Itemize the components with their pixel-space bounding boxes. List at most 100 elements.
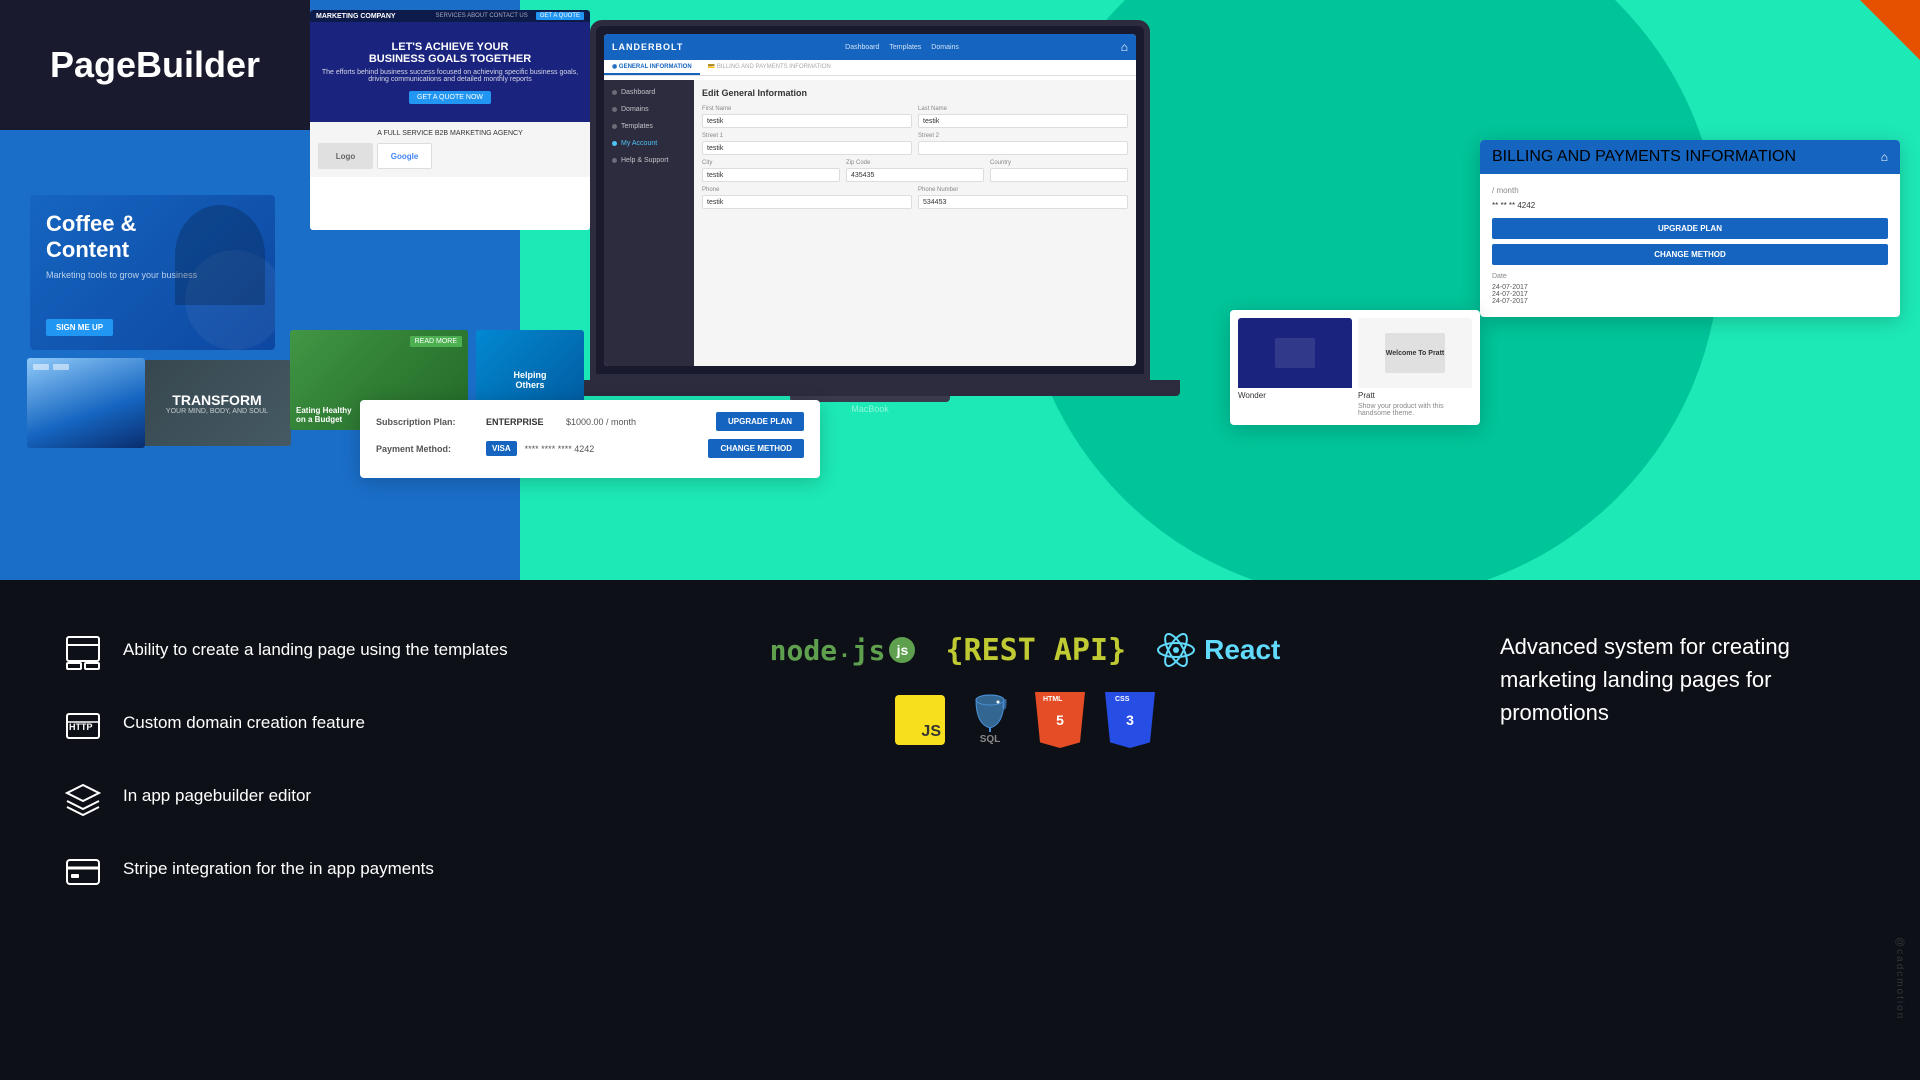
bottom-section: Ability to create a landing page using t…: [0, 580, 1920, 1080]
watermark: @cadcmotion: [1894, 937, 1905, 1020]
html5-text: 5: [1056, 712, 1064, 728]
input-firstname[interactable]: testik: [702, 114, 912, 128]
sub-plan-name: ENTERPRISE: [486, 417, 566, 427]
pg-label: SQL: [980, 734, 1001, 745]
sidebar-domains-label: Domains: [621, 106, 649, 113]
home-icon: ⌂: [1121, 40, 1128, 54]
templates-grid: Wonder Welcome To Pratt Pratt Show your …: [1238, 318, 1472, 417]
template-pratt: Welcome To Pratt Pratt Show your product…: [1358, 318, 1472, 417]
node-text: node: [770, 634, 837, 667]
marketing-header-sub: The efforts behind business success focu…: [310, 69, 590, 83]
input-lastname[interactable]: testik: [918, 114, 1128, 128]
billing-upgrade-btn[interactable]: UPGRADE PLAN: [1492, 218, 1888, 239]
marketing-header-title: LET'S ACHIEVE YOURBUSINESS GOALS TOGETHE…: [369, 41, 531, 65]
feature-item-1: Ability to create a landing page using t…: [60, 630, 590, 675]
sidebar-dashboard[interactable]: Dashboard: [604, 84, 694, 101]
feature-text-1: Ability to create a landing page using t…: [123, 630, 508, 662]
svg-text:HTTP: HTTP: [69, 722, 93, 732]
javascript-icon: JS: [895, 695, 945, 745]
sidebar-help[interactable]: Help & Support: [604, 152, 694, 169]
upgrade-plan-btn[interactable]: UPGRADE PLAN: [716, 412, 804, 431]
date-1: 24-07-2017: [1492, 284, 1888, 291]
sidebar-templates-label: Templates: [621, 123, 653, 130]
tab-billing[interactable]: 💳 BILLING AND PAYMENTS INFORMATION: [700, 60, 839, 75]
html5-icon: 5 HTML: [1035, 692, 1085, 748]
sidebar-dot-2: [612, 107, 617, 112]
form-title: Edit General Information: [702, 88, 1128, 98]
person-silhouette: [175, 205, 265, 305]
nodejs-circle: js: [889, 637, 915, 663]
input-country[interactable]: [990, 168, 1128, 182]
field-phonenumber: Phone Number 534453: [918, 187, 1128, 209]
laptop-tabs: ◉ GENERAL INFORMATION 💳 BILLING AND PAYM…: [604, 60, 1136, 76]
nav-item-3: Domains: [931, 44, 959, 51]
field-street2: Street 2: [918, 133, 1128, 155]
feature-item-3: In app pagebuilder editor: [60, 776, 590, 821]
sub-plan-price: $1000.00 / month: [566, 417, 716, 427]
tech-row-1: node . js js {REST API}: [770, 630, 1281, 670]
laptop-sidebar: Dashboard Domains Templates: [604, 80, 694, 366]
layers-icon: [60, 776, 105, 821]
blue-thumb-text: HelpingOthers: [508, 364, 553, 396]
field-country: Country: [990, 160, 1128, 182]
field-zipcode: Zip Code 435435: [846, 160, 984, 182]
input-street1[interactable]: testik: [702, 141, 912, 155]
app-title: PageBuilder: [50, 44, 260, 86]
postgresql-icon: SQL: [965, 690, 1015, 750]
input-phone[interactable]: testik: [702, 195, 912, 209]
billing-header: BILLING AND PAYMENTS INFORMATION ⌂: [1480, 140, 1900, 174]
http-icon: HTTP: [60, 703, 105, 748]
get-quote-main-btn[interactable]: GET A QUOTE NOW: [409, 91, 491, 104]
marketing-brand: MARKETING COMPANY: [316, 13, 396, 20]
input-street2[interactable]: [918, 141, 1128, 155]
coffee-card: Coffee &Content Marketing tools to grow …: [30, 195, 275, 350]
field-phone: Phone testik: [702, 187, 912, 209]
input-city[interactable]: testik: [702, 168, 840, 182]
tab-general[interactable]: ◉ GENERAL INFORMATION: [604, 60, 700, 75]
html-text: HTML: [1043, 696, 1062, 703]
node-dot: .: [841, 636, 848, 664]
nav-item-1: Dashboard: [845, 44, 879, 51]
billing-btns: UPGRADE PLAN CHANGE METHOD: [1492, 218, 1888, 265]
sidebar-help-label: Help & Support: [621, 157, 668, 164]
node-js: js: [852, 634, 886, 667]
ski-dots: [33, 364, 139, 378]
sub-payment-row: Payment Method: VISA **** **** **** 4242…: [376, 439, 804, 458]
logo-box: PageBuilder: [0, 0, 310, 130]
coffee-signup-btn[interactable]: SIGN ME UP: [46, 319, 113, 336]
marketing-nav-items: SERVICES ABOUT CONTACT US: [436, 13, 528, 19]
top-section: PageBuilder Coffee &Content Marketing to…: [0, 0, 1920, 580]
sidebar-templates[interactable]: Templates: [604, 118, 694, 135]
billing-card-dots: ** ** ** 4242: [1492, 201, 1535, 210]
sidebar-account[interactable]: My Account: [604, 135, 694, 152]
logo-placeholder-1: Logo: [318, 143, 373, 169]
label-lastname: Last Name: [918, 106, 1128, 112]
bottom-right: Advanced system for creating marketing l…: [1460, 630, 1860, 729]
billing-body: / month ** ** ** 4242 UPGRADE PLAN CHANG…: [1480, 174, 1900, 317]
nodejs-logo: node . js js: [770, 634, 916, 667]
form-row-3: City testik Zip Code 435435 Country: [702, 160, 1128, 182]
ski-thumbnail: [27, 358, 145, 448]
marketing-nav: MARKETING COMPANY SERVICES ABOUT CONTACT…: [310, 10, 590, 22]
laptop-screen-inner: LANDERBOLT Dashboard Templates Domains ⌂…: [604, 34, 1136, 366]
js-text: JS: [921, 723, 941, 741]
sub-plan-label: Subscription Plan:: [376, 417, 486, 427]
marketing-body-text: A FULL SERVICE B2B MARKETING AGENCY: [318, 130, 582, 137]
visa-badge: VISA: [486, 441, 517, 456]
react-text: React: [1204, 634, 1280, 666]
nav-item-2: Templates: [889, 44, 921, 51]
transform-subtitle: YOUR MIND, BODY, AND SOUL: [166, 408, 268, 415]
pratt-desc: Show your product with this handsome the…: [1358, 403, 1472, 417]
input-zipcode[interactable]: 435435: [846, 168, 984, 182]
marketing-logos: Logo Google: [318, 143, 582, 169]
input-phonenumber[interactable]: 534453: [918, 195, 1128, 209]
features-list: Ability to create a landing page using t…: [60, 630, 590, 922]
laptop-main: Edit General Information First Name test…: [694, 80, 1136, 366]
sidebar-domains[interactable]: Domains: [604, 101, 694, 118]
home-icon-billing: ⌂: [1881, 150, 1888, 164]
change-method-btn[interactable]: CHANGE METHOD: [708, 439, 804, 458]
billing-dates: Date 24-07-2017 24-07-2017 24-07-2017: [1492, 273, 1888, 305]
form-row-1: First Name testik Last Name testik: [702, 106, 1128, 128]
date-2: 24-07-2017: [1492, 291, 1888, 298]
billing-change-btn[interactable]: CHANGE METHOD: [1492, 244, 1888, 265]
